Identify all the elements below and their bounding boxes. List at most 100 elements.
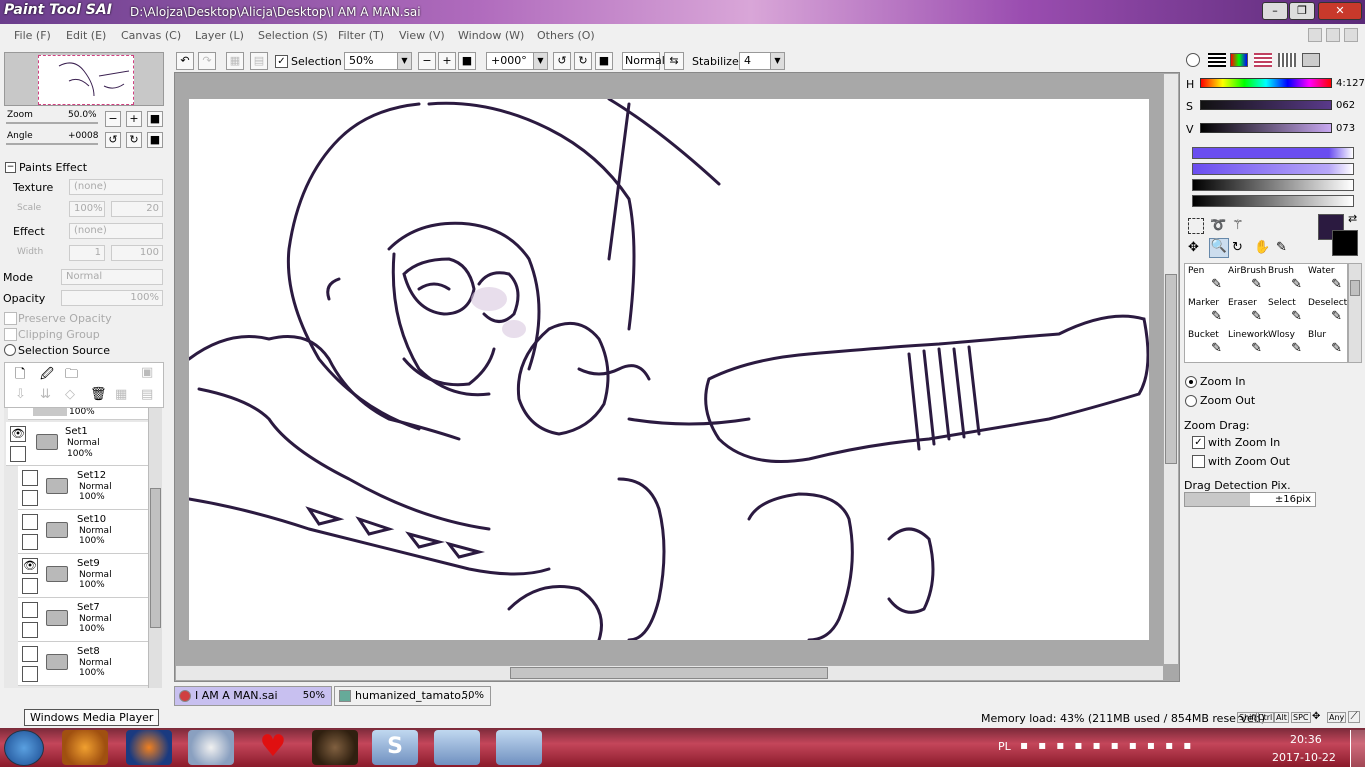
- menu-filter[interactable]: Filter (T): [338, 29, 384, 42]
- lock-toggle[interactable]: [22, 578, 38, 594]
- collapse-icon[interactable]: −: [5, 162, 16, 173]
- zoom-combo[interactable]: 50% ▼: [344, 52, 412, 70]
- width-value[interactable]: 1: [69, 245, 105, 261]
- color-mixer-icon[interactable]: [1254, 53, 1272, 67]
- tool-wlosy[interactable]: Wlosy ✎: [1266, 329, 1306, 361]
- layer-row-set9[interactable]: 👁 Set9 Normal 100%: [18, 554, 148, 598]
- menu-view[interactable]: View (V): [399, 29, 445, 42]
- nav-rotate-reset-button[interactable]: ■: [147, 132, 163, 148]
- gimp-icon[interactable]: [312, 730, 358, 765]
- stabilizer-combo[interactable]: 4 ▼: [739, 52, 785, 70]
- rect-select-icon[interactable]: [1188, 218, 1204, 234]
- background-color-swatch[interactable]: [1332, 230, 1358, 256]
- hue-slider[interactable]: [1200, 78, 1332, 88]
- doc-restore-button[interactable]: [1326, 28, 1340, 42]
- menu-layer[interactable]: Layer (L): [195, 29, 244, 42]
- explorer-icon[interactable]: [434, 730, 480, 765]
- new-layer-icon[interactable]: 🗋: [15, 365, 25, 387]
- layer-row-partial[interactable]: 100%: [8, 408, 148, 420]
- menu-window[interactable]: Window (W): [458, 29, 524, 42]
- color-bar-4[interactable]: [1192, 195, 1354, 207]
- show-desktop-button[interactable]: [1350, 730, 1365, 767]
- blend-mode-combo[interactable]: Normal: [622, 52, 665, 70]
- lock-toggle[interactable]: [22, 534, 38, 550]
- nav-zoom-out-button[interactable]: −: [105, 111, 121, 127]
- paint-icon[interactable]: [188, 730, 234, 765]
- mode-select[interactable]: Normal: [61, 269, 163, 285]
- tool-grid-scrollbar[interactable]: [1348, 263, 1362, 363]
- nav-angle-slider[interactable]: [6, 143, 98, 145]
- scratchpad-icon[interactable]: [1302, 53, 1320, 67]
- deselect-button[interactable]: ▦: [226, 52, 244, 70]
- value-slider[interactable]: [1200, 123, 1332, 133]
- color-bar-1[interactable]: [1192, 147, 1354, 159]
- effect-select[interactable]: (none): [69, 223, 163, 239]
- doc-minimize-button[interactable]: [1308, 28, 1322, 42]
- angle-combo[interactable]: +000° ▼: [486, 52, 548, 70]
- preserve-opacity-checkbox[interactable]: [4, 312, 17, 325]
- color-bar-3[interactable]: [1192, 179, 1354, 191]
- selection-source-radio[interactable]: [4, 344, 16, 356]
- start-button[interactable]: [4, 730, 44, 766]
- move-icon[interactable]: ✥: [1188, 240, 1206, 256]
- zoom-out-radio[interactable]: [1185, 395, 1197, 407]
- clipping-group-checkbox[interactable]: [4, 328, 17, 341]
- invert-selection-button[interactable]: ▤: [250, 52, 268, 70]
- tool-brush[interactable]: Brush ✎: [1266, 265, 1306, 297]
- hsv-sliders-icon[interactable]: [1230, 53, 1248, 67]
- tool-eraser[interactable]: Eraser ✎: [1226, 297, 1266, 329]
- clear-layer-icon[interactable]: ◇: [65, 387, 75, 402]
- menu-canvas[interactable]: Canvas (C): [121, 29, 181, 42]
- rotate-right-button[interactable]: ↻: [574, 52, 592, 70]
- menu-others[interactable]: Others (O): [537, 29, 595, 42]
- visibility-toggle[interactable]: [22, 470, 38, 486]
- tool-deselect[interactable]: Deselect ✎: [1306, 297, 1347, 329]
- navigator[interactable]: [4, 52, 164, 106]
- hand-icon[interactable]: ✋: [1254, 240, 1272, 256]
- width-number[interactable]: 100: [111, 245, 163, 261]
- tool-pen[interactable]: Pen ✎: [1186, 265, 1226, 297]
- firefox-icon[interactable]: [126, 730, 172, 765]
- canvas-vertical-scrollbar[interactable]: [1163, 74, 1178, 664]
- tool-bucket[interactable]: Bucket ✎: [1186, 329, 1226, 361]
- resize-grip-icon[interactable]: ⟋: [1348, 711, 1360, 723]
- swap-colors-icon[interactable]: ⇄: [1348, 212, 1357, 225]
- nav-rotate-right-button[interactable]: ↻: [126, 132, 142, 148]
- color-bar-2[interactable]: [1192, 163, 1354, 175]
- drag-detection-slider[interactable]: ±16pix: [1184, 492, 1316, 507]
- new-folder-icon[interactable]: 🗀: [65, 365, 78, 387]
- close-button[interactable]: ✕: [1318, 2, 1362, 20]
- lock-toggle[interactable]: [22, 622, 38, 638]
- drawing-canvas[interactable]: [189, 99, 1149, 640]
- scale-value[interactable]: 100%: [69, 201, 105, 217]
- tool-blur[interactable]: Blur ✎: [1306, 329, 1346, 361]
- layer-option-icon[interactable]: ▣: [141, 365, 153, 380]
- media-player-icon[interactable]: [62, 730, 108, 765]
- zoom-out-button[interactable]: −: [418, 52, 436, 70]
- lock-toggle[interactable]: [10, 446, 26, 462]
- transfer-down-icon[interactable]: ⇩: [15, 387, 26, 402]
- nav-zoom-slider[interactable]: [6, 122, 98, 124]
- zoom-reset-button[interactable]: ■: [458, 52, 476, 70]
- scale-number[interactable]: 20: [111, 201, 163, 217]
- canvas-horizontal-scrollbar[interactable]: [176, 665, 1163, 680]
- rotate-reset-button[interactable]: ■: [595, 52, 613, 70]
- visibility-toggle[interactable]: [22, 646, 38, 662]
- visibility-toggle[interactable]: [22, 514, 38, 530]
- heart-app-icon[interactable]: ♥: [250, 730, 296, 765]
- clock-time[interactable]: 20:36: [1290, 733, 1322, 746]
- delete-layer-icon[interactable]: 🗑: [90, 387, 107, 402]
- layer-row-set12[interactable]: Set12 Normal 100%: [18, 466, 148, 510]
- redo-button[interactable]: ↷: [198, 52, 216, 70]
- tool-select[interactable]: Select ✎: [1266, 297, 1306, 329]
- zoom-in-button[interactable]: +: [438, 52, 456, 70]
- clock-date[interactable]: 2017-10-22: [1272, 751, 1336, 764]
- apply-mask-icon[interactable]: ▦: [115, 387, 127, 402]
- minimize-button[interactable]: –: [1262, 2, 1288, 20]
- system-tray-icons[interactable]: ▪▪▪▪▪▪▪▪▪▪: [1020, 738, 1260, 756]
- swatches-icon[interactable]: [1278, 53, 1296, 67]
- magic-wand-icon[interactable]: ⚚: [1232, 218, 1250, 234]
- opacity-slider[interactable]: 100%: [61, 290, 163, 306]
- with-zoom-in-checkbox[interactable]: ✓: [1192, 436, 1205, 449]
- layer-scrollbar[interactable]: [148, 408, 162, 688]
